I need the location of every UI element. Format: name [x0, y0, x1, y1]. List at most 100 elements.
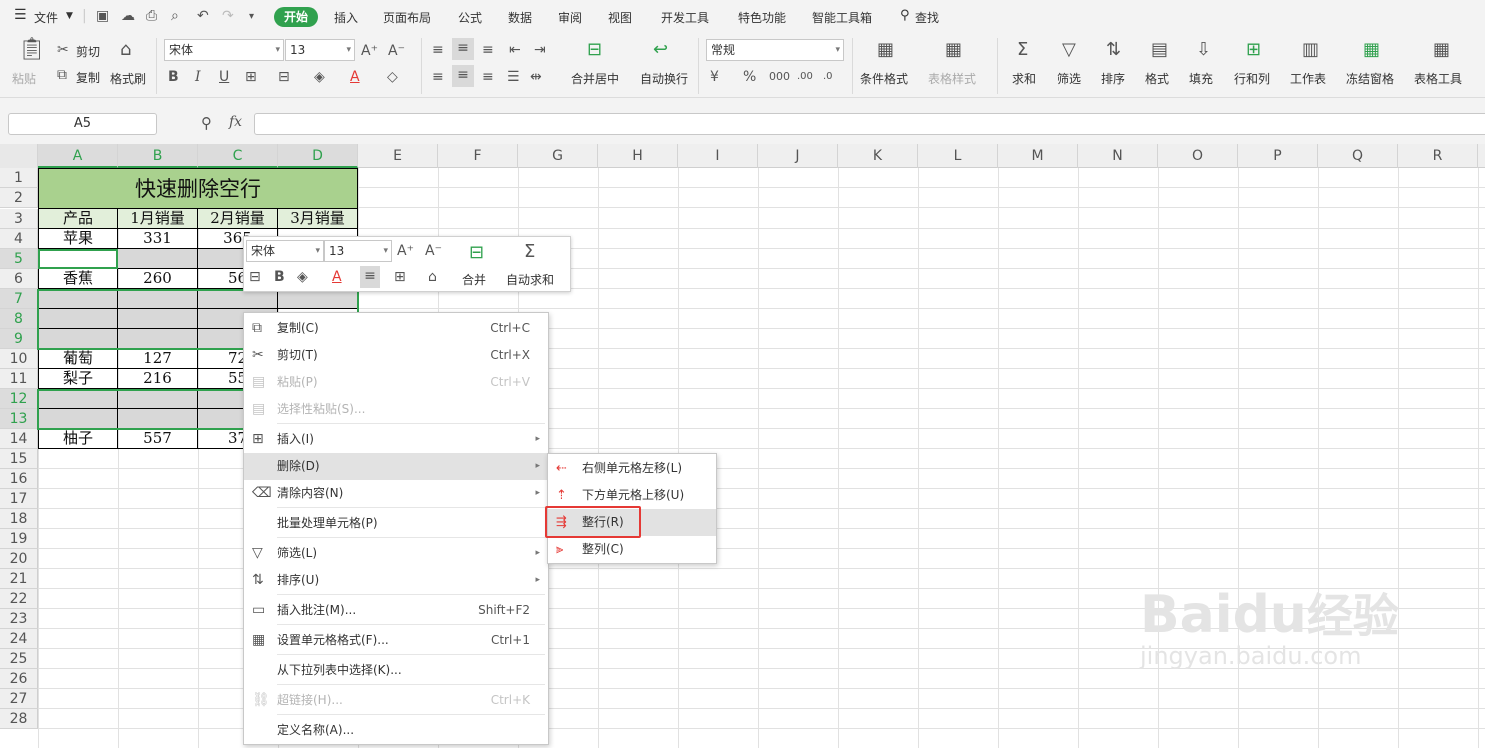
decrease-decimal-icon[interactable]: .0 [823, 67, 833, 87]
font-color-icon[interactable]: A [332, 267, 342, 287]
row-header[interactable]: 15 [0, 449, 38, 469]
increase-font-icon[interactable]: A⁺ [397, 241, 414, 261]
row-header[interactable]: 21 [0, 569, 38, 589]
context-menu-item[interactable]: ▽ 筛选(L) ▸ [244, 540, 548, 567]
merge-center-icon[interactable]: ⊟ [587, 40, 602, 60]
row-header[interactable]: 25 [0, 649, 38, 669]
conditional-format-button[interactable]: 条件格式 [860, 70, 908, 87]
submenu-item[interactable]: ⇡ 下方单元格上移(U) [548, 482, 716, 509]
row-header[interactable]: 20 [0, 549, 38, 569]
wrap-text-icon[interactable]: ↩ [653, 40, 668, 60]
currency-icon[interactable]: ¥ [710, 67, 719, 87]
context-menu-item[interactable]: ⌫ 清除内容(N) ▸ [244, 480, 548, 507]
align-middle-icon[interactable]: ≡ [452, 38, 474, 60]
freeze-panes-icon[interactable]: ▦ [1363, 40, 1380, 60]
freeze-panes-button[interactable]: 冻结窗格 [1346, 70, 1394, 87]
row-header[interactable]: 2 [0, 188, 38, 208]
format-painter-icon[interactable]: ⌂ [428, 267, 437, 287]
wrap-icon[interactable]: ⊟ [249, 267, 261, 287]
cell-style-icon[interactable]: ⊟ [278, 67, 290, 87]
formula-input[interactable] [254, 113, 1485, 135]
column-header[interactable]: I [678, 144, 758, 168]
submenu-item[interactable]: ⫸ 整列(C) [548, 536, 716, 563]
border-icon[interactable]: ⊞ [245, 67, 257, 87]
tab-view[interactable]: 视图 [608, 9, 632, 26]
empty-cell[interactable] [118, 409, 198, 429]
table-cell[interactable]: 葡萄 [38, 349, 118, 369]
column-header[interactable]: L [918, 144, 998, 168]
table-tools-button[interactable]: 表格工具 [1414, 70, 1462, 87]
row-header[interactable]: 19 [0, 529, 38, 549]
row-header[interactable]: 28 [0, 709, 38, 729]
mini-autosum-button[interactable]: 自动求和 [506, 271, 554, 288]
font-color-icon[interactable]: A [350, 67, 360, 87]
fx-icon[interactable]: fx [229, 114, 242, 130]
row-header[interactable]: 5 [0, 249, 38, 269]
conditional-format-icon[interactable]: ▦ [877, 40, 894, 60]
context-menu-item[interactable]: ✂ 剪切(T) Ctrl+X [244, 342, 548, 369]
mini-font-size-select[interactable]: 13 [324, 240, 392, 262]
table-cell[interactable]: 127 [118, 349, 198, 369]
mini-font-name-select[interactable]: 宋体 [246, 240, 324, 262]
row-header[interactable]: 22 [0, 589, 38, 609]
decrease-font-icon[interactable]: A⁻ [388, 41, 405, 61]
table-cell[interactable]: 柚子 [38, 429, 118, 449]
table-style-button[interactable]: 表格样式 [928, 70, 976, 87]
tab-data[interactable]: 数据 [508, 9, 532, 26]
row-header[interactable]: 26 [0, 669, 38, 689]
align-center-icon[interactable]: ≡ [360, 266, 380, 288]
row-header[interactable]: 17 [0, 489, 38, 509]
increase-decimal-icon[interactable]: .00 [797, 67, 813, 87]
row-header[interactable]: 13 [0, 409, 38, 429]
context-menu-item[interactable]: ▦ 设置单元格格式(F)... Ctrl+1 [244, 627, 548, 654]
empty-cell[interactable] [278, 289, 358, 309]
cut-button[interactable]: 剪切 [76, 43, 100, 60]
table-style-icon[interactable]: ▦ [945, 40, 962, 60]
tab-page-layout[interactable]: 页面布局 [383, 9, 431, 26]
bold-icon[interactable]: B [274, 267, 285, 287]
name-box[interactable]: A5 [8, 113, 157, 135]
table-cell[interactable]: 216 [118, 369, 198, 389]
autosum-icon[interactable]: Σ [524, 242, 535, 262]
indent-decrease-icon[interactable]: ⇤ [509, 40, 521, 60]
column-header[interactable]: F [438, 144, 518, 168]
hamburger-icon[interactable]: ☰ [14, 7, 27, 23]
table-cell[interactable]: 331 [118, 229, 198, 249]
context-menu-item[interactable]: 定义名称(A)... [244, 717, 548, 744]
column-header[interactable]: D [278, 144, 358, 168]
copy-icon[interactable]: ⧉ [57, 65, 67, 85]
row-header[interactable]: 10 [0, 349, 38, 369]
column-header[interactable]: R [1398, 144, 1478, 168]
empty-cell[interactable] [38, 309, 118, 329]
format-painter-button[interactable]: 格式刷 [110, 70, 146, 87]
chevron-down-icon[interactable]: ▼ [66, 11, 73, 21]
row-header[interactable]: 7 [0, 289, 38, 309]
context-menu-item[interactable]: ⊞ 插入(I) ▸ [244, 426, 548, 453]
table-cell[interactable]: 苹果 [38, 229, 118, 249]
font-size-select[interactable]: 13 [285, 39, 355, 61]
align-center-icon[interactable]: ≡ [452, 65, 474, 87]
sort-icon[interactable]: ⇅ [1106, 40, 1121, 60]
row-header[interactable]: 16 [0, 469, 38, 489]
fill-color-icon[interactable]: ◈ [314, 67, 325, 87]
context-menu-item[interactable]: ⇅ 排序(U) ▸ [244, 567, 548, 594]
align-left-icon[interactable]: ≡ [432, 67, 444, 87]
tab-review[interactable]: 审阅 [558, 9, 582, 26]
row-header[interactable]: 18 [0, 509, 38, 529]
submenu-item[interactable]: ⇠ 右侧单元格左移(L) [548, 455, 716, 482]
row-header[interactable]: 9 [0, 329, 38, 349]
column-header[interactable]: K [838, 144, 918, 168]
row-header[interactable]: 3 [0, 209, 38, 229]
sort-button[interactable]: 排序 [1101, 70, 1125, 87]
row-header[interactable]: 27 [0, 689, 38, 709]
empty-cell[interactable] [118, 289, 198, 309]
column-header[interactable]: J [758, 144, 838, 168]
align-bottom-icon[interactable]: ≡ [482, 40, 494, 60]
tab-insert[interactable]: 插入 [334, 9, 358, 26]
row-header[interactable]: 14 [0, 429, 38, 449]
context-menu-item[interactable]: 从下拉列表中选择(K)... [244, 657, 548, 684]
filter-button[interactable]: 筛选 [1057, 70, 1081, 87]
underline-icon[interactable]: U [219, 67, 229, 87]
worksheet-icon[interactable]: ▥ [1302, 40, 1319, 60]
sum-icon[interactable]: Σ [1017, 40, 1028, 60]
